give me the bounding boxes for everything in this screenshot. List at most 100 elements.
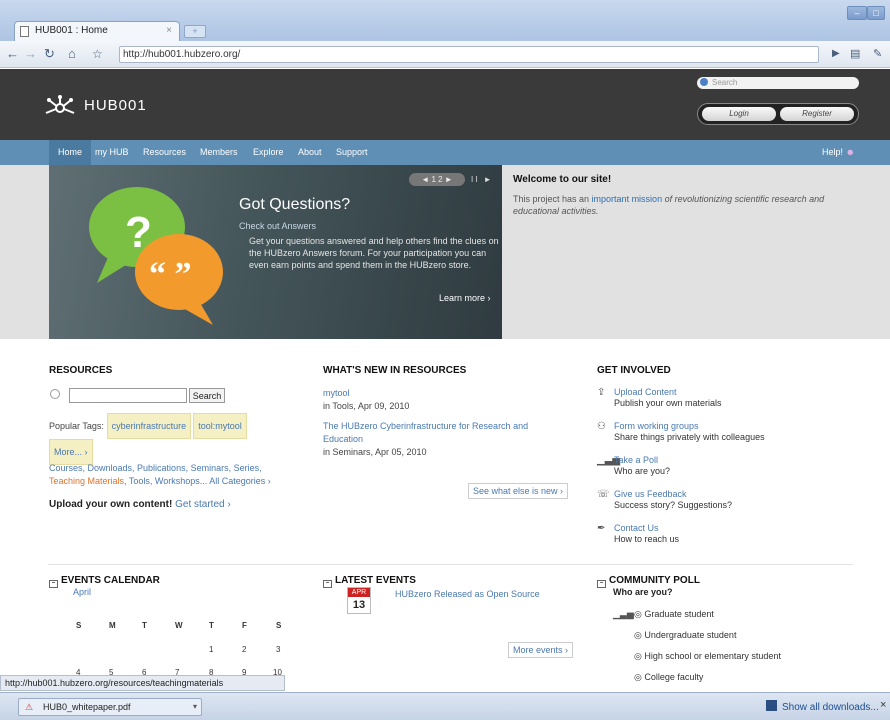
get-involved-title: GET INVOLVED [597, 365, 671, 376]
radio-icon[interactable]: ◎ [634, 609, 642, 619]
nav-explore[interactable]: Explore [253, 140, 284, 165]
involve-desc: How to reach us [614, 534, 680, 544]
wrench-icon[interactable]: ✎ [873, 45, 882, 63]
poll-option[interactable]: ◎ College faculty [634, 672, 703, 683]
see-whats-new-button[interactable]: See what else is new › [468, 483, 569, 499]
nav-support[interactable]: Support [336, 140, 368, 165]
calendar-month[interactable]: April [73, 587, 91, 597]
resources-search-input[interactable] [69, 388, 187, 403]
tab-close-icon[interactable]: × [166, 22, 172, 40]
close-downloads-icon[interactable]: × [880, 699, 886, 711]
radio-icon[interactable]: ◎ [634, 651, 642, 661]
svg-text:“ ”: “ ” [149, 256, 192, 293]
popular-tags: Popular Tags: cyberinfrastructure tool:my… [49, 413, 299, 465]
calendar-day[interactable]: 1 [209, 645, 213, 654]
resources-search: Search [49, 388, 289, 404]
browser-tab[interactable]: HUB001 : Home × [14, 21, 180, 41]
bookmark-star-icon[interactable]: ☆ [92, 45, 103, 63]
resources-search-button[interactable]: Search [189, 388, 225, 403]
new-item-title[interactable]: The HUBzero Cyberinfrastructure for Rese… [323, 421, 528, 444]
nav-members[interactable]: Members [200, 140, 238, 165]
events-calendar-label: EVENTS CALENDAR [61, 575, 160, 586]
calendar-day[interactable]: 3 [276, 645, 280, 654]
learn-more-link[interactable]: Learn more › [439, 293, 491, 303]
day-header: S [276, 621, 282, 630]
new-item-title[interactable]: mytool [323, 388, 350, 398]
nav-myhub[interactable]: my HUB [95, 140, 129, 165]
collapse-icon[interactable]: – [323, 580, 332, 588]
help-label: Help! [822, 147, 844, 157]
tab-title: HUB001 : Home [35, 25, 108, 36]
feedback-bubble-icon: ☏ [597, 489, 610, 500]
take-poll-link[interactable]: Take a Poll [614, 455, 658, 465]
show-all-label: Show all downloads... [782, 702, 879, 713]
involve-desc: Success story? Suggestions? [614, 500, 733, 510]
site-search-input[interactable]: Search [697, 77, 859, 89]
featured-slider: ? “ ” ◄ 1 2 ► II ► Got Questions? Check … [49, 165, 502, 339]
radio-icon[interactable]: ◎ [634, 672, 642, 682]
download-item[interactable]: ⚠ HUB0_whitepaper.pdf ▾ [18, 698, 202, 716]
welcome-text: This project has an important mission of… [513, 193, 863, 217]
day-header: T [209, 621, 214, 630]
minimize-icon[interactable]: – [847, 6, 867, 20]
site-logo[interactable]: HUB001 [44, 95, 147, 117]
pdf-icon: ⚠ [25, 702, 34, 712]
radio-icon[interactable]: ◎ [634, 630, 642, 640]
nav-home[interactable]: Home [49, 140, 92, 165]
whats-new-title: WHAT'S NEW IN RESOURCES [323, 365, 467, 376]
poll-option-label: Undergraduate student [644, 630, 737, 640]
feedback-link[interactable]: Give us Feedback [614, 489, 687, 499]
welcome-text-before: This project has an [513, 194, 592, 204]
more-events-button[interactable]: More events › [508, 642, 574, 658]
url-text: http://hub001.hubzero.org/ [123, 49, 241, 60]
slider-pause-play[interactable]: II ► [471, 173, 494, 186]
nav-resources[interactable]: Resources [143, 140, 186, 165]
maximize-icon[interactable]: □ [867, 6, 885, 20]
teaching-materials-link[interactable]: Teaching Materials [49, 476, 124, 486]
help-icon: ☻ [845, 147, 856, 157]
upload-content-link[interactable]: Upload Content [614, 387, 677, 397]
browser-titlebar: HUB001 : Home × + – □ [0, 0, 890, 46]
poll-option[interactable]: ◎ Undergraduate student [634, 630, 736, 641]
latest-events-label: LATEST EVENTS [335, 575, 416, 586]
tag-cyberinfrastructure[interactable]: cyberinfrastructure [106, 413, 192, 439]
page-menu-icon[interactable]: ▤ [850, 45, 860, 63]
whats-new-item: The HUBzero Cyberinfrastructure for Rese… [323, 420, 563, 459]
site-name: HUB001 [84, 96, 147, 114]
categories-links[interactable]: Courses, Downloads, Publications, Semina… [49, 463, 262, 473]
go-icon[interactable]: ▶ [832, 45, 840, 63]
register-button[interactable]: Register [780, 107, 854, 121]
get-started-link[interactable]: Get started › [175, 499, 231, 510]
address-bar[interactable]: http://hub001.hubzero.org/ [119, 46, 819, 63]
upload-prompt: Upload your own content! Get started › [49, 499, 299, 510]
event-link[interactable]: HUBzero Released as Open Source [395, 589, 540, 599]
slide-subtitle[interactable]: Check out Answers [239, 221, 316, 231]
back-arrow-icon[interactable]: ← [6, 45, 19, 63]
all-categories-link[interactable]: , Tools, Workshops... All Categories › [124, 476, 271, 486]
event-month: APR [348, 588, 370, 597]
form-groups-link[interactable]: Form working groups [614, 421, 699, 431]
reload-icon[interactable]: ↻ [44, 45, 55, 63]
poll-option[interactable]: ◎ High school or elementary student [634, 651, 781, 662]
search-placeholder: Search [712, 78, 738, 87]
contact-link[interactable]: Contact Us [614, 523, 659, 533]
show-all-downloads-link[interactable]: Show all downloads... [766, 700, 879, 713]
collapse-icon[interactable]: – [49, 580, 58, 588]
slider-pager[interactable]: ◄ 1 2 ► [409, 173, 465, 186]
home-icon[interactable]: ⌂ [68, 45, 76, 63]
help-link[interactable]: Help! ☻ [822, 140, 855, 165]
chevron-down-icon[interactable]: ▾ [193, 699, 197, 715]
collapse-icon[interactable]: – [597, 580, 606, 588]
page-viewport: HUB001 Search Login Register Home my HUB… [0, 69, 890, 692]
upload-icon: ⇪ [597, 387, 606, 398]
login-button[interactable]: Login [702, 107, 776, 121]
new-tab-button[interactable]: + [184, 25, 206, 38]
poll-option[interactable]: ◎ Graduate student [634, 609, 714, 620]
forward-arrow-icon[interactable]: → [24, 45, 37, 63]
calendar-day[interactable]: 2 [242, 645, 246, 654]
nav-about[interactable]: About [298, 140, 322, 165]
downloads-shelf: ⚠ HUB0_whitepaper.pdf ▾ Show all downloa… [0, 692, 890, 720]
tag-mytool[interactable]: tool:mytool [193, 413, 247, 439]
poll-option-label: High school or elementary student [644, 651, 781, 661]
mission-link[interactable]: important mission [592, 194, 663, 204]
